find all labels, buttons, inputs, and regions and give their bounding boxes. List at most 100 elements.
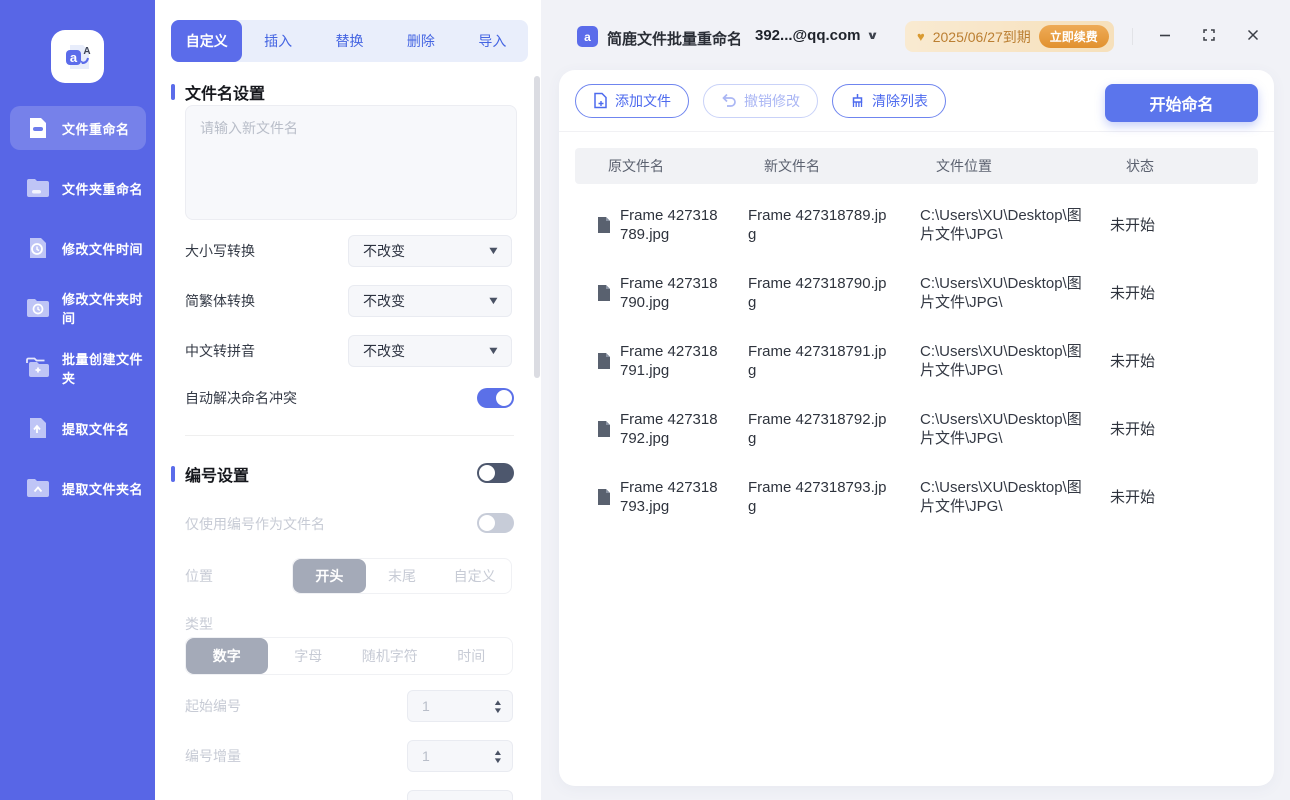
file-time-icon [25,235,51,261]
account-email: 392...@qq.com [755,27,861,44]
close-button[interactable] [1244,26,1262,44]
tab-label: 自定义 [185,33,228,49]
button-label: 开始命名 [1149,97,1214,114]
table-row[interactable]: Frame 427318792.jpg Frame 427318792.jpg … [559,395,1274,463]
file-list-card: 添加文件 撤销修改 清除列表 开始命名 原文件名 新文件名 文件位置 状态 Fr… [559,70,1274,786]
segment-number[interactable]: 数字 [186,638,268,674]
stepper-value: 1 [422,698,430,714]
undo-button[interactable]: 撤销修改 [703,83,818,118]
tab-insert[interactable]: 插入 [242,20,313,62]
location-cell: C:\Users\XU\Desktop\图片文件\JPG\ [920,343,1082,379]
table-row[interactable]: Frame 427318789.jpg Frame 427318789.jpg … [559,191,1274,259]
location-cell: C:\Users\XU\Desktop\图片文件\JPG\ [920,207,1082,243]
table-row[interactable]: Frame 427318790.jpg Frame 427318790.jpg … [559,259,1274,327]
segment-custom[interactable]: 自定义 [438,559,511,593]
segment-start[interactable]: 开头 [293,559,366,593]
maximize-button[interactable] [1200,26,1218,44]
conflict-toggle[interactable] [477,388,514,408]
col-new-name: 新文件名 [764,158,820,174]
segment-letter[interactable]: 字母 [268,638,350,674]
main-area: a 简鹿文件批量重命名 392...@qq.com ∨ ♥ 2025/06/27… [541,0,1290,800]
license-badge: ♥ 2025/06/27到期 立即续费 [905,21,1114,52]
step-down-icon[interactable]: ▼ [493,756,503,764]
step-up-icon[interactable]: ▲ [493,698,503,706]
sidebar-item-file-time[interactable]: 修改文件时间 [10,226,146,270]
sidebar-item-folder-rename[interactable]: 文件夹重命名 [10,166,146,210]
folder-rename-icon [25,175,51,201]
sidebar-item-label: 批量创建文件夹 [62,352,144,386]
tab-import[interactable]: 导入 [457,20,528,62]
tab-custom[interactable]: 自定义 [171,20,243,62]
chevron-down-icon: ∨ [865,30,879,42]
select-value: 不改变 [363,243,405,259]
tab-replace[interactable]: 替换 [314,20,385,62]
sidebar-nav: 文件重命名 文件夹重命名 修改文件时间 修改文件夹时间 批量创建文件夹 提取文件… [10,106,146,510]
section-title: 编号设置 [185,468,250,485]
table-row[interactable]: Frame 427318793.jpg Frame 427318793.jpg … [559,463,1274,531]
tab-delete[interactable]: 删除 [385,20,456,62]
app-logo: a A [51,30,104,83]
toolbar: 添加文件 撤销修改 清除列表 开始命名 [559,70,1274,132]
table-row[interactable]: Frame 427318791.jpg Frame 427318791.jpg … [559,327,1274,395]
file-icon [598,217,610,233]
numbering-toggle[interactable] [477,463,514,483]
start-rename-button[interactable]: 开始命名 [1105,84,1258,122]
case-convert-select[interactable]: 不改变 ▼ [348,235,512,267]
type-label: 类型 [185,616,213,632]
segment-label: 末尾 [388,568,416,584]
button-label: 撤销修改 [744,92,800,109]
renew-label: 立即续费 [1049,30,1098,44]
status-cell: 未开始 [1110,488,1156,506]
segment-time[interactable]: 时间 [431,638,513,674]
titlebar-divider [1132,28,1133,45]
account-menu[interactable]: 392...@qq.com ∨ [755,27,879,44]
sidebar: a A 文件重命名 文件夹重命名 修改文件时间 修改文件夹时间 批量创建文件夹 … [0,0,155,800]
segment-end[interactable]: 末尾 [366,559,439,593]
tab-label: 删除 [406,33,435,49]
add-file-icon [594,92,607,109]
section-marker [171,466,175,482]
titlebar: a 简鹿文件批量重命名 392...@qq.com ∨ ♥ 2025/06/27… [541,0,1290,70]
new-name-cell: Frame 427318790.jpg [748,275,887,311]
sidebar-item-file-rename[interactable]: 文件重命名 [10,106,146,150]
step-up-icon[interactable]: ▲ [493,748,503,756]
file-icon [598,285,610,301]
col-status: 状态 [1126,158,1154,174]
panel-scrollbar[interactable] [534,76,540,378]
sidebar-item-extract-foldername[interactable]: 提取文件夹名 [10,466,146,510]
sidebar-item-folder-time[interactable]: 修改文件夹时间 [10,286,146,330]
pinyin-convert-label: 中文转拼音 [185,343,255,359]
start-number-stepper[interactable]: 1 ▲ ▼ [407,690,513,722]
chevron-down-icon: ▼ [486,345,501,357]
sidebar-item-extract-filename[interactable]: 提取文件名 [10,406,146,450]
pinyin-convert-select[interactable]: 不改变 ▼ [348,335,512,367]
increment-stepper[interactable]: 1 ▲ ▼ [407,740,513,772]
clipped-stepper[interactable] [407,790,513,800]
filename-section-header: 文件名设置 [171,80,265,104]
sidebar-item-batch-create-folder[interactable]: 批量创建文件夹 [10,346,146,390]
select-value: 不改变 [363,343,405,359]
new-filename-input[interactable] [185,105,517,220]
stepper-arrows: ▲ ▼ [493,748,503,764]
location-cell: C:\Users\XU\Desktop\图片文件\JPG\ [920,479,1082,515]
tab-label: 替换 [335,33,364,49]
location-cell: C:\Users\XU\Desktop\图片文件\JPG\ [920,275,1082,311]
toggle-knob [496,390,512,406]
clear-list-button[interactable]: 清除列表 [832,83,946,118]
button-label: 添加文件 [615,92,671,109]
broom-icon [852,93,863,107]
segment-label: 字母 [294,648,323,664]
window-title: 简鹿文件批量重命名 [607,31,743,48]
minimize-button[interactable] [1156,26,1174,44]
simplified-traditional-select[interactable]: 不改变 ▼ [348,285,512,317]
original-name-cell: Frame 427318791.jpg [597,342,748,380]
section-marker [171,84,175,100]
add-files-button[interactable]: 添加文件 [575,83,689,118]
simplified-traditional-label: 简繁体转换 [185,293,255,309]
segment-random[interactable]: 随机字符 [349,638,431,674]
only-number-toggle[interactable] [477,513,514,533]
new-name-cell: Frame 427318789.jpg [748,207,887,243]
stepper-arrows: ▲ ▼ [493,698,503,714]
step-down-icon[interactable]: ▼ [493,706,503,714]
renew-button[interactable]: 立即续费 [1038,25,1109,48]
